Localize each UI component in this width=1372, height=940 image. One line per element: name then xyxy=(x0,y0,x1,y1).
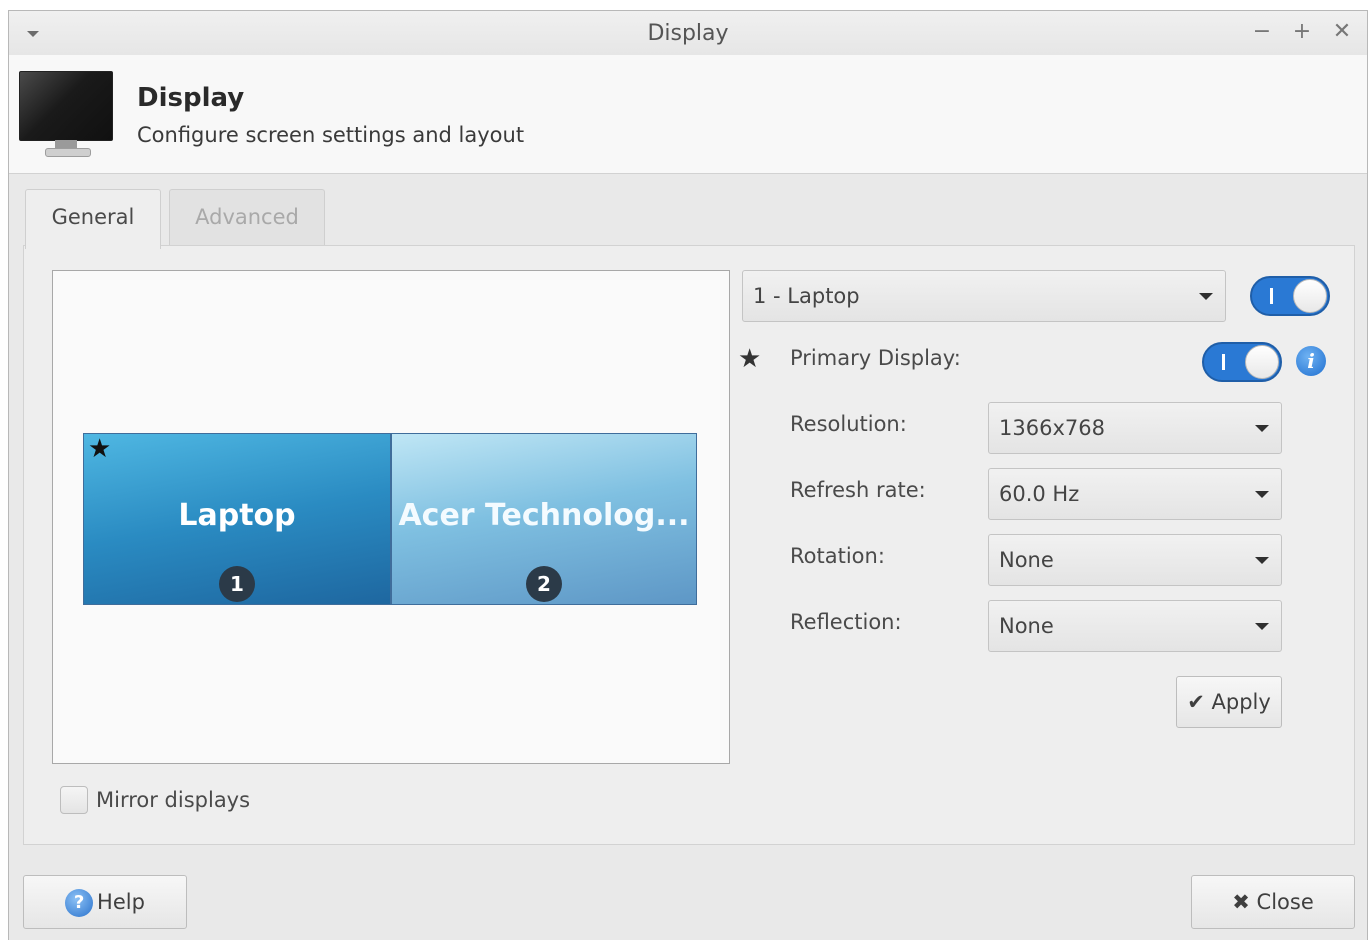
window-title: Display xyxy=(647,21,729,46)
reflection-label: Reflection: xyxy=(790,610,902,634)
display-select-value: 1 - Laptop xyxy=(753,284,860,308)
resolution-select[interactable]: 1366x768 xyxy=(988,402,1282,454)
chevron-down-icon xyxy=(1255,491,1269,498)
display-select[interactable]: 1 - Laptop xyxy=(742,270,1226,322)
info-icon[interactable]: i xyxy=(1296,346,1326,376)
display-tile-laptop[interactable]: ★ Laptop 1 xyxy=(83,433,391,605)
display-settings-window: Display − + ✕ Display Configure screen s… xyxy=(8,10,1368,940)
tab-advanced[interactable]: Advanced xyxy=(169,189,325,247)
resolution-value: 1366x768 xyxy=(999,416,1105,440)
help-label: Help xyxy=(97,890,145,914)
apply-label: Apply xyxy=(1211,690,1271,714)
display-number-badge: 1 xyxy=(219,566,255,602)
checkmark-icon: ✔ xyxy=(1187,690,1205,714)
primary-star-icon: ★ xyxy=(738,344,762,374)
mirror-displays-label: Mirror displays xyxy=(96,788,251,812)
reflection-select[interactable]: None xyxy=(988,600,1282,652)
rotation-label: Rotation: xyxy=(790,544,885,568)
header-subtitle: Configure screen settings and layout xyxy=(137,123,525,147)
refresh-rate-label: Refresh rate: xyxy=(790,478,926,502)
primary-display-toggle[interactable] xyxy=(1202,342,1282,382)
general-panel: ★ Laptop 1 Acer Technolog... 2 1 - Lapto… xyxy=(23,245,1355,845)
refresh-rate-select[interactable]: 60.0 Hz xyxy=(988,468,1282,520)
close-label: Close xyxy=(1256,890,1314,914)
display-name: Acer Technolog... xyxy=(398,498,690,533)
chevron-down-icon xyxy=(1255,425,1269,432)
primary-display-label: Primary Display: xyxy=(790,346,961,370)
resolution-label: Resolution: xyxy=(790,412,907,436)
display-name: Laptop xyxy=(178,498,296,533)
refresh-rate-value: 60.0 Hz xyxy=(999,482,1080,506)
close-window-button[interactable]: ✕ xyxy=(1329,19,1355,45)
tab-general[interactable]: General xyxy=(25,189,161,249)
primary-star-icon: ★ xyxy=(88,434,112,464)
monitor-icon xyxy=(19,71,113,157)
display-number-badge: 2 xyxy=(526,566,562,602)
minimize-button[interactable]: − xyxy=(1249,19,1275,45)
display-tile-acer[interactable]: Acer Technolog... 2 xyxy=(391,433,697,605)
reflection-value: None xyxy=(999,614,1054,638)
close-button[interactable]: ✖ Close xyxy=(1191,875,1355,929)
title-bar: Display − + ✕ xyxy=(9,11,1367,56)
display-enabled-toggle[interactable] xyxy=(1250,276,1330,316)
apply-button[interactable]: ✔ Apply xyxy=(1176,676,1282,728)
mirror-displays-checkbox[interactable] xyxy=(60,786,88,814)
close-icon: ✖ xyxy=(1232,890,1250,914)
rotation-value: None xyxy=(999,548,1054,572)
help-button[interactable]: ? Help xyxy=(23,875,187,929)
chevron-down-icon xyxy=(1255,623,1269,630)
rotation-select[interactable]: None xyxy=(988,534,1282,586)
chevron-down-icon xyxy=(1255,557,1269,564)
display-layout-preview[interactable]: ★ Laptop 1 Acer Technolog... 2 xyxy=(52,270,730,764)
maximize-button[interactable]: + xyxy=(1289,19,1315,45)
header-title: Display xyxy=(137,83,245,113)
chevron-down-icon xyxy=(1199,293,1213,300)
help-icon: ? xyxy=(65,889,94,917)
dialog-header: Display Configure screen settings and la… xyxy=(9,55,1367,174)
